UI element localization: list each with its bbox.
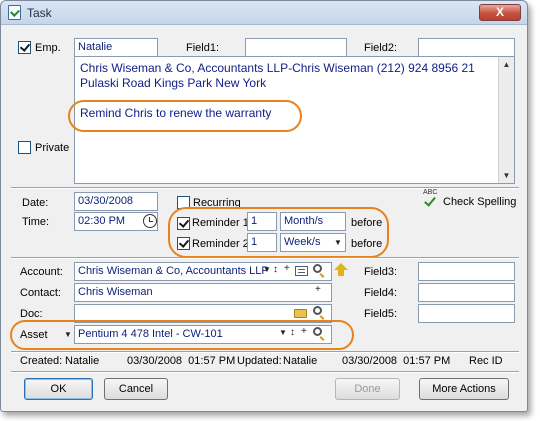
reminder1-checkbox[interactable] bbox=[177, 217, 190, 230]
window-title: Task bbox=[27, 6, 52, 20]
cancel-button[interactable]: Cancel bbox=[104, 378, 168, 400]
asset-add-icon[interactable]: + bbox=[301, 326, 307, 337]
field1-label: Field1: bbox=[186, 42, 220, 54]
notes-textarea[interactable]: Chris Wiseman & Co, Accountants LLP-Chri… bbox=[74, 56, 515, 184]
reminder1-suffix: before bbox=[351, 217, 383, 229]
divider bbox=[11, 351, 519, 353]
divider bbox=[11, 257, 519, 259]
updated-label: Updated: bbox=[237, 355, 282, 367]
updated-by: Natalie bbox=[283, 355, 318, 367]
account-card-icon[interactable] bbox=[295, 266, 308, 276]
asset-label: Asset bbox=[20, 329, 48, 341]
reminder2-amount[interactable]: 1 bbox=[247, 233, 277, 252]
private-checkbox[interactable] bbox=[18, 141, 31, 154]
scroll-up-icon[interactable]: ▲ bbox=[499, 57, 514, 72]
field3-label: Field3: bbox=[364, 266, 398, 278]
task-icon bbox=[8, 5, 21, 20]
emp-label: Emp. bbox=[35, 42, 61, 54]
field5-label: Field5: bbox=[364, 308, 398, 320]
spell-check-icon[interactable] bbox=[424, 194, 436, 207]
recurring-label: Recurring bbox=[193, 197, 241, 209]
account-add-icon[interactable]: + bbox=[284, 263, 290, 274]
chevron-down-icon[interactable]: ▼ bbox=[331, 234, 345, 251]
divider bbox=[11, 371, 519, 373]
asset-sort-icon[interactable]: ↕ bbox=[290, 327, 295, 338]
contact-field[interactable]: Chris Wiseman bbox=[74, 283, 332, 302]
reminder2-label: Reminder 2: bbox=[192, 238, 252, 250]
account-field[interactable]: Chris Wiseman & Co, Accountants LLP bbox=[74, 262, 332, 281]
field4-label: Field4: bbox=[364, 287, 398, 299]
close-button[interactable]: X bbox=[479, 4, 521, 21]
account-sort-icon[interactable]: ↕ bbox=[273, 264, 278, 275]
date-field[interactable]: 03/30/2008 bbox=[74, 192, 158, 211]
field3-input[interactable] bbox=[418, 262, 515, 281]
reminder2-unit-select[interactable]: Week/s ▼ bbox=[280, 233, 346, 252]
account-search-icon[interactable] bbox=[313, 264, 322, 273]
contact-add-icon[interactable]: + bbox=[315, 284, 321, 295]
emp-checkbox[interactable] bbox=[18, 41, 31, 54]
created-by: Natalie bbox=[65, 355, 100, 367]
doc-label: Doc: bbox=[20, 308, 43, 320]
rec-id-label: Rec ID bbox=[469, 355, 503, 367]
scroll-down-icon[interactable]: ▼ bbox=[499, 168, 514, 183]
reminder1-unit[interactable]: Month/s bbox=[280, 212, 346, 231]
notes-reminder-text: Remind Chris to renew the warranty bbox=[80, 106, 272, 120]
reminder2-suffix: before bbox=[351, 238, 383, 250]
account-value: Chris Wiseman & Co, Accountants LLP bbox=[78, 265, 269, 277]
ok-button[interactable]: OK bbox=[24, 378, 93, 400]
contact-label: Contact: bbox=[20, 287, 61, 299]
asset-type-dropdown-icon[interactable]: ▼ bbox=[64, 330, 72, 339]
title-bar[interactable]: Task X bbox=[1, 1, 527, 25]
doc-search-icon[interactable] bbox=[313, 306, 322, 315]
reminder1-label: Reminder 1: bbox=[192, 217, 252, 229]
asset-dropdown-icon[interactable]: ▼ bbox=[279, 328, 287, 337]
emp-field[interactable]: Natalie bbox=[74, 38, 158, 57]
reminder2-unit-value: Week/s bbox=[284, 236, 321, 248]
field5-input[interactable] bbox=[418, 304, 515, 323]
field1-input[interactable] bbox=[245, 38, 347, 57]
account-dropdown-icon[interactable]: ▼ bbox=[263, 265, 271, 274]
created-at: 03/30/2008 01:57 PM bbox=[127, 355, 236, 367]
time-label: Time: bbox=[22, 216, 50, 228]
done-button[interactable]: Done bbox=[335, 378, 400, 400]
divider bbox=[11, 187, 519, 189]
private-label: Private bbox=[35, 142, 70, 154]
field4-input[interactable] bbox=[418, 283, 515, 302]
date-label: Date: bbox=[22, 197, 49, 209]
more-actions-button[interactable]: More Actions bbox=[419, 378, 509, 400]
recurring-checkbox[interactable] bbox=[177, 196, 190, 209]
created-label: Created: bbox=[20, 355, 63, 367]
reminders-highlight bbox=[168, 207, 389, 258]
field2-label: Field2: bbox=[364, 42, 398, 54]
account-label: Account: bbox=[20, 266, 63, 278]
reminder2-checkbox[interactable] bbox=[177, 237, 190, 250]
go-to-account-icon[interactable] bbox=[334, 263, 348, 276]
task-window: Task X Emp. Natalie Field1: Field2: Priv… bbox=[0, 0, 528, 412]
clock-icon[interactable] bbox=[143, 214, 157, 228]
reminder1-amount[interactable]: 1 bbox=[247, 212, 277, 231]
asset-value: Pentium 4 478 Intel - CW-101 bbox=[78, 328, 223, 340]
notes-scrollbar[interactable]: ▲ ▼ bbox=[498, 57, 514, 183]
field2-input[interactable] bbox=[418, 38, 515, 57]
asset-search-icon[interactable] bbox=[313, 327, 322, 336]
check-spelling-link[interactable]: Check Spelling bbox=[443, 196, 516, 208]
updated-at: 03/30/2008 01:57 PM bbox=[342, 355, 451, 367]
notes-text: Chris Wiseman & Co, Accountants LLP-Chri… bbox=[80, 61, 475, 90]
folder-icon[interactable] bbox=[294, 309, 307, 318]
